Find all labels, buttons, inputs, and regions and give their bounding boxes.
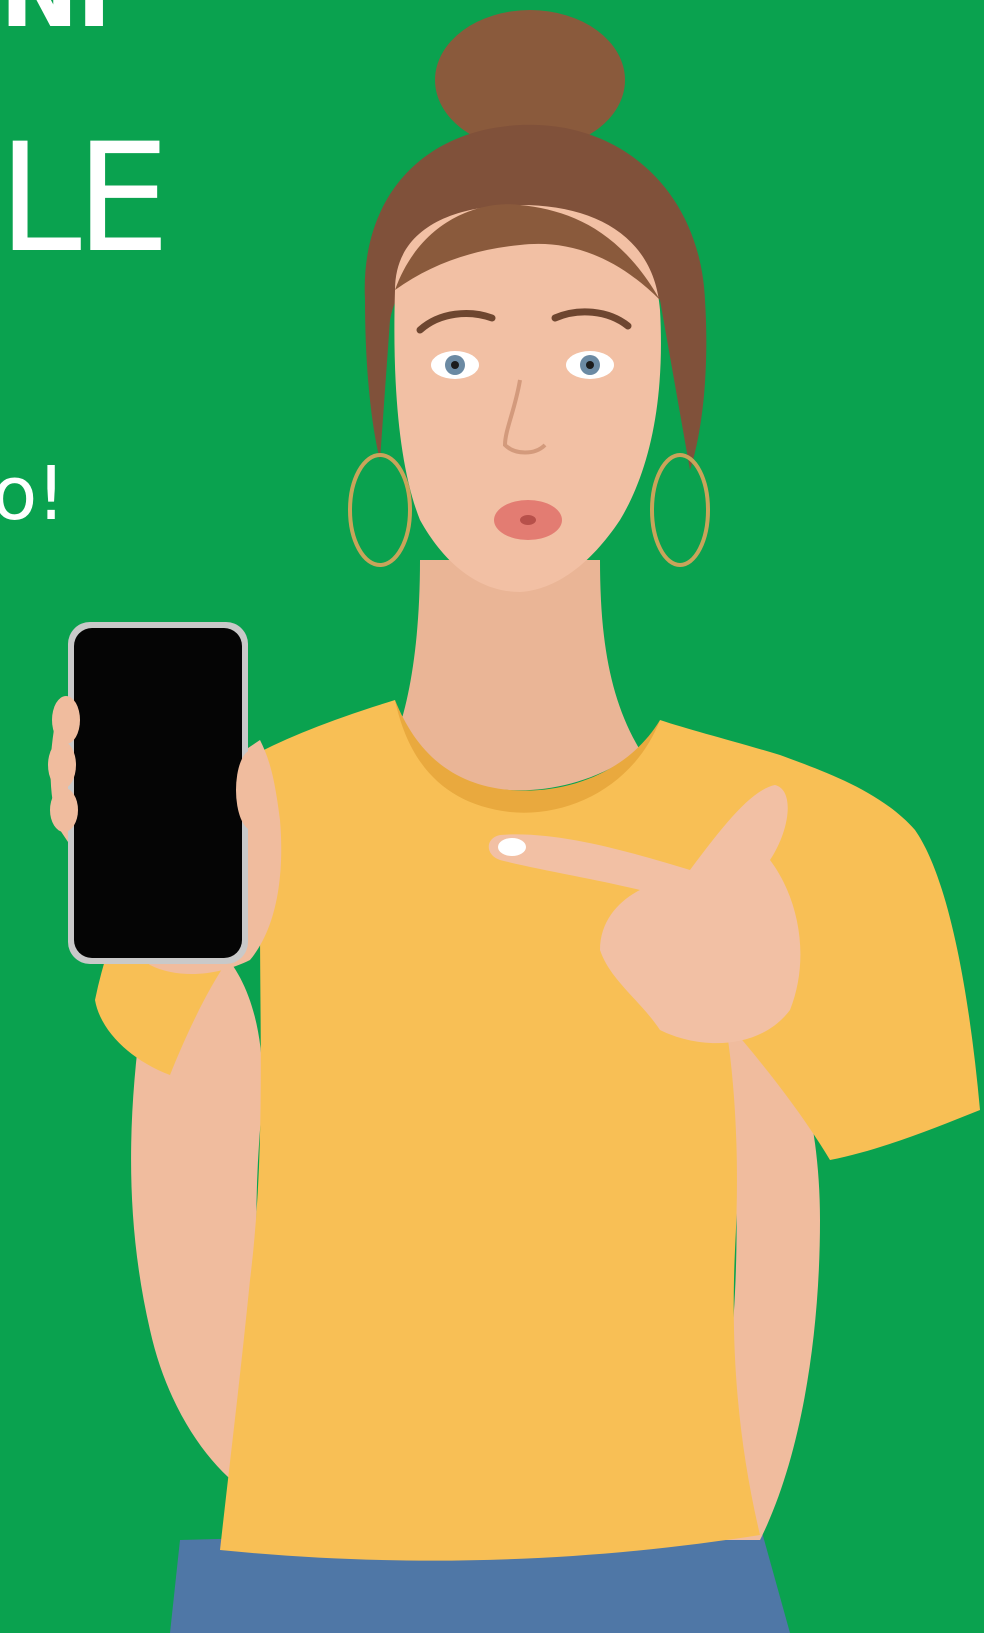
finger — [48, 741, 76, 789]
fingernail — [498, 838, 526, 856]
woman-with-phone-photo — [48, 10, 980, 1633]
thumb — [236, 750, 268, 830]
ad-canvas: NI LE o! — [0, 0, 984, 1633]
neck — [395, 560, 640, 791]
right-pupil — [586, 361, 594, 369]
finger — [52, 696, 80, 744]
finger — [50, 788, 78, 832]
lips-center — [520, 515, 536, 525]
right-hoop-earring — [650, 453, 710, 567]
phone-screen — [74, 628, 242, 958]
left-hoop-earring — [348, 453, 412, 567]
left-pupil — [451, 361, 459, 369]
